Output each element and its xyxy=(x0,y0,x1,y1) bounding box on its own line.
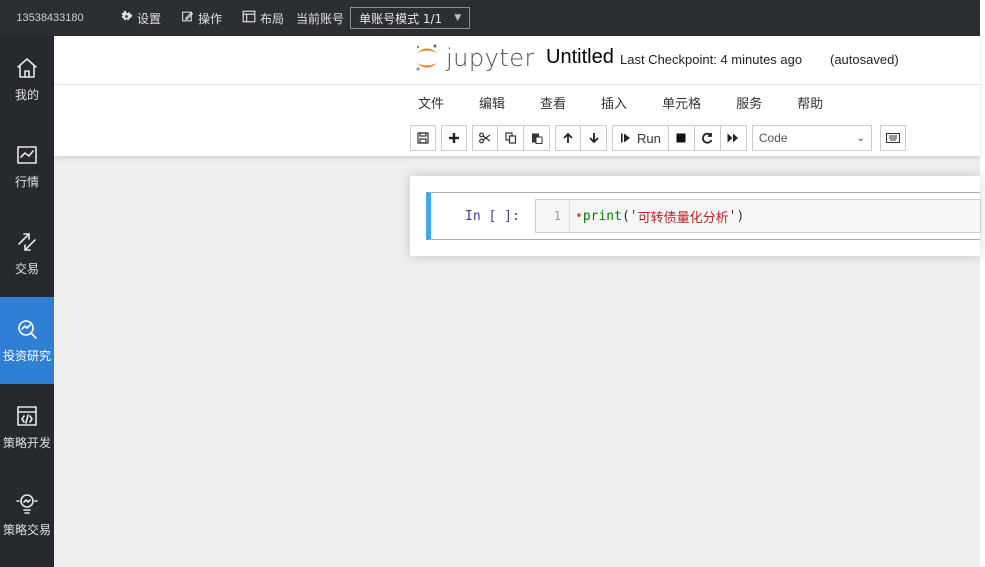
chevron-down-icon: ⌄ xyxy=(856,132,865,144)
keyboard-icon xyxy=(885,133,900,143)
stop-icon xyxy=(676,133,686,143)
sidebar-item-label: 策略交易 xyxy=(2,523,51,537)
code-line[interactable]: • print (' 可转债量化分析 ') xyxy=(570,207,744,226)
checkpoint-status: Last Checkpoint: 4 minutes ago xyxy=(620,52,803,67)
run-button[interactable]: Run xyxy=(612,125,669,151)
header-divider xyxy=(54,84,980,85)
arrow-up-icon xyxy=(563,132,573,143)
bulb-icon xyxy=(16,494,38,514)
notebook-page: In [ ]: 1 • print (' 可转债量化分析 ') xyxy=(410,176,981,256)
sidebar-item-strategy-dev[interactable]: 策略开发 xyxy=(0,384,54,471)
layout-icon xyxy=(242,10,256,26)
layout-button[interactable]: 布局 xyxy=(242,10,284,27)
line-number: 1 xyxy=(536,200,570,232)
jupyter-logo-text: jupyter xyxy=(446,44,535,72)
sidebar-item-trade[interactable]: 交易 xyxy=(0,210,54,297)
sidebar: 我的 行情 交易 投资研究 策略开发 策略交易 xyxy=(0,36,54,567)
autosave-status: (autosaved) xyxy=(830,52,899,67)
menu-help[interactable]: 帮助 xyxy=(795,93,825,112)
notebook-menubar: 文件 编辑 查看 插入 单元格 服务 帮助 xyxy=(416,92,856,112)
copy-button[interactable] xyxy=(498,125,524,151)
notebook-toolbar: Run Code ⌄ xyxy=(410,124,906,152)
menu-insert[interactable]: 插入 xyxy=(599,93,629,112)
research-icon xyxy=(18,320,37,339)
code-string: 可转债量化分析 xyxy=(637,210,729,226)
copy-icon xyxy=(504,132,516,144)
run-all-button[interactable] xyxy=(720,125,747,151)
settings-label: 设置 xyxy=(137,11,162,26)
sidebar-item-research[interactable]: 投资研究 xyxy=(0,297,54,384)
code-open: (' xyxy=(621,208,638,224)
restart-icon xyxy=(702,132,713,144)
account-mode-select[interactable]: 单账号模式 1/1 ▼ xyxy=(350,7,471,29)
cursor-dot: • xyxy=(575,208,583,224)
menu-file[interactable]: 文件 xyxy=(416,93,446,112)
notebook-header: jupyter Untitled Last Checkpoint: 4 minu… xyxy=(54,36,980,156)
jupyter-logo[interactable]: jupyter xyxy=(414,42,535,74)
edit-icon xyxy=(181,10,194,26)
sidebar-item-label: 交易 xyxy=(14,262,39,276)
account-number: 13538433180 xyxy=(16,12,84,24)
jupyter-notebook-area: jupyter Untitled Last Checkpoint: 4 minu… xyxy=(54,36,981,567)
code-cell[interactable]: In [ ]: 1 • print (' 可转债量化分析 ') xyxy=(426,192,981,240)
sidebar-item-label: 投资研究 xyxy=(2,349,51,363)
sidebar-item-market[interactable]: 行情 xyxy=(0,123,54,210)
save-button[interactable] xyxy=(410,125,436,151)
operation-label: 操作 xyxy=(198,11,223,26)
paste-button[interactable] xyxy=(524,125,550,151)
save-icon xyxy=(417,132,429,144)
gear-icon xyxy=(120,10,133,26)
account-mode-value: 单账号模式 1/1 xyxy=(359,11,443,26)
arrow-down-icon xyxy=(588,133,599,144)
move-down-button[interactable] xyxy=(581,125,607,151)
operation-button[interactable]: 操作 xyxy=(181,10,222,27)
notebook-name[interactable]: Untitled xyxy=(546,46,614,69)
settings-button[interactable]: 设置 xyxy=(120,10,161,27)
code-editor[interactable]: 1 • print (' 可转债量化分析 ') xyxy=(535,199,981,233)
plus-icon xyxy=(449,133,459,143)
cut-button[interactable] xyxy=(472,125,498,151)
menu-cell[interactable]: 单元格 xyxy=(660,93,703,112)
home-icon xyxy=(17,58,37,78)
sidebar-item-label: 我的 xyxy=(14,88,39,102)
fast-forward-icon xyxy=(727,133,739,143)
command-palette-button[interactable] xyxy=(879,125,906,151)
restart-button[interactable] xyxy=(694,125,721,151)
code-keyword: print xyxy=(582,208,622,224)
sidebar-item-label: 策略开发 xyxy=(2,436,51,450)
run-label: Run xyxy=(637,130,661,146)
cell-type-value: Code xyxy=(758,131,788,145)
move-up-button[interactable] xyxy=(555,125,581,151)
top-bar: 13538433180 设置 操作 布局 当前账号 单账号模式 1/1 ▼ xyxy=(0,0,980,36)
paste-icon xyxy=(531,133,542,144)
cell-prompt: In [ ]: xyxy=(465,209,520,224)
sidebar-item-mine[interactable]: 我的 xyxy=(0,36,54,123)
cell-type-select[interactable]: Code ⌄ xyxy=(751,125,872,151)
menu-edit[interactable]: 编辑 xyxy=(477,93,507,112)
scissors-icon xyxy=(479,132,491,144)
step-forward-icon xyxy=(621,133,630,143)
market-chart-icon xyxy=(17,146,37,164)
interrupt-button[interactable] xyxy=(668,125,695,151)
sidebar-item-label: 行情 xyxy=(14,175,39,189)
chevron-down-icon: ▼ xyxy=(454,13,462,23)
code-window-icon xyxy=(17,406,37,426)
menu-kernel[interactable]: 服务 xyxy=(734,93,764,112)
layout-label: 布局 xyxy=(260,11,285,26)
window-edge xyxy=(980,0,985,567)
trade-arrows-icon xyxy=(18,233,36,251)
insert-cell-button[interactable] xyxy=(441,125,467,151)
current-account-label: 当前账号 xyxy=(296,11,345,26)
jupyter-logo-icon xyxy=(416,44,437,71)
menu-view[interactable]: 查看 xyxy=(538,93,568,112)
code-close: ') xyxy=(728,208,745,224)
sidebar-item-strategy-trade[interactable]: 策略交易 xyxy=(0,471,54,558)
